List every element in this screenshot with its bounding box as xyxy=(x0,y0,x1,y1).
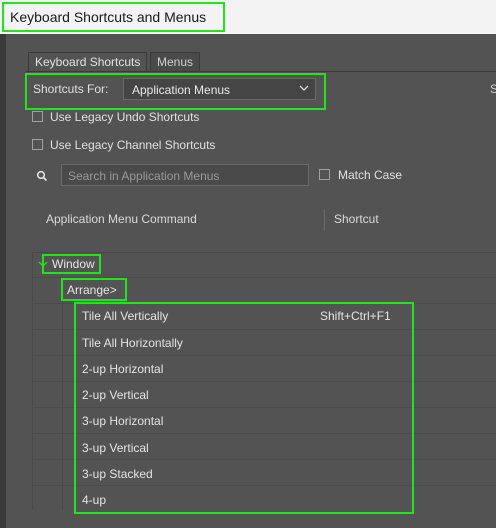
highlight-title xyxy=(2,2,225,32)
legacy-channel-label: Use Legacy Channel Shortcuts xyxy=(50,138,216,152)
clipped-text: S xyxy=(490,82,496,96)
highlight-shortcuts-for xyxy=(25,73,326,110)
table-top-border xyxy=(32,252,496,253)
header-separator xyxy=(324,209,325,231)
search-placeholder: Search in Application Menus xyxy=(68,169,220,183)
highlight-items xyxy=(74,302,414,514)
tab-divider xyxy=(26,71,496,72)
command-column-header[interactable]: Application Menu Command xyxy=(46,212,197,226)
legacy-channel-checkbox[interactable] xyxy=(32,139,43,150)
tab-keyboard-shortcuts[interactable]: Keyboard Shortcuts xyxy=(28,52,148,72)
shortcut-column-header[interactable]: Shortcut xyxy=(334,212,379,226)
match-case-checkbox[interactable] xyxy=(319,169,330,180)
highlight-window xyxy=(42,254,101,274)
tree-guide-2 xyxy=(62,278,63,510)
search-icon xyxy=(36,170,48,182)
legacy-undo-label: Use Legacy Undo Shortcuts xyxy=(50,110,200,124)
match-case-label: Match Case xyxy=(338,168,403,182)
highlight-arrange xyxy=(61,278,127,301)
tab-menus[interactable]: Menus xyxy=(150,52,201,72)
legacy-undo-checkbox[interactable] xyxy=(32,111,43,122)
search-input[interactable]: Search in Application Menus xyxy=(61,164,309,186)
